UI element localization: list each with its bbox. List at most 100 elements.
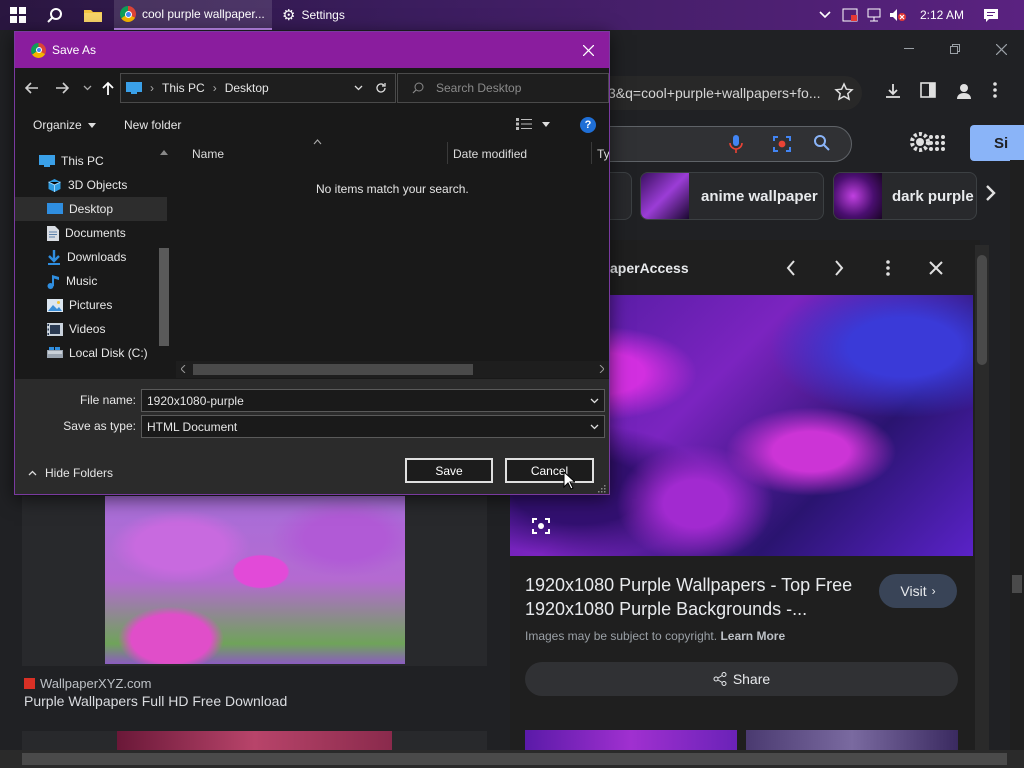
scroll-left-arrow[interactable] <box>181 365 186 373</box>
horizontal-scrollbar-thumb[interactable] <box>22 753 1007 765</box>
downloads-button[interactable] <box>884 82 906 104</box>
learn-more-link[interactable]: Learn More <box>720 629 785 643</box>
network-tray[interactable] <box>863 0 885 30</box>
breadcrumb-desktop[interactable]: Desktop <box>225 81 269 95</box>
preview-source[interactable]: aperAccess <box>610 260 689 276</box>
volume-tray[interactable] <box>887 0 909 30</box>
tree-item-local-disk[interactable]: Local Disk (C:) <box>15 341 167 365</box>
file-list-hscrollbar[interactable] <box>176 361 609 378</box>
back-button[interactable] <box>25 81 43 99</box>
clock[interactable]: 2:12 AM <box>913 0 971 30</box>
preview-close-button[interactable] <box>929 261 943 275</box>
menu-button[interactable] <box>993 82 1009 104</box>
tree-item-pictures[interactable]: Pictures <box>15 293 167 317</box>
page-scrollbar-thumb[interactable] <box>1012 575 1022 593</box>
dialog-close-button[interactable] <box>577 39 599 61</box>
recent-locations-button[interactable] <box>83 85 93 95</box>
task-settings[interactable]: ⚙ Settings <box>276 0 386 30</box>
search-button[interactable] <box>38 0 72 30</box>
minimize-button[interactable] <box>895 36 923 62</box>
column-header-name[interactable]: Name <box>192 147 224 161</box>
tree-scrollbar[interactable] <box>157 144 171 376</box>
cancel-button[interactable]: Cancel <box>505 458 594 483</box>
view-options-button[interactable] <box>516 118 550 130</box>
organize-button[interactable]: Organize <box>33 118 96 132</box>
task-chrome[interactable]: cool purple wallpaper... <box>114 0 272 30</box>
voice-search-button[interactable] <box>728 134 744 154</box>
close-window-button[interactable] <box>987 36 1015 62</box>
visit-button[interactable]: Visit › <box>879 574 957 608</box>
hscroll-thumb[interactable] <box>193 364 473 375</box>
tree-item-music[interactable]: Music <box>15 269 167 293</box>
sign-in-button[interactable]: Si <box>970 125 1024 161</box>
search-submit-button[interactable] <box>813 134 831 152</box>
start-button[interactable] <box>0 0 36 30</box>
related-image-1[interactable] <box>525 730 737 750</box>
tree-item-videos[interactable]: Videos <box>15 317 167 341</box>
up-button[interactable] <box>101 81 117 99</box>
address-history-button[interactable] <box>354 85 363 91</box>
horizontal-scrollbar[interactable] <box>0 750 1024 768</box>
result-title[interactable]: Purple Wallpapers Full HD Free Download <box>24 693 287 709</box>
related-image-2[interactable] <box>746 730 958 750</box>
tray-overflow[interactable] <box>815 0 835 30</box>
tree-item-desktop[interactable]: Desktop <box>15 197 167 221</box>
notifications-button[interactable] <box>978 0 1004 30</box>
file-list[interactable] <box>176 140 609 376</box>
hide-folders-button[interactable]: Hide Folders <box>28 466 113 480</box>
resize-grip[interactable] <box>597 484 606 493</box>
address-bar[interactable]: › This PC › Desktop <box>120 73 396 103</box>
pictures-icon <box>47 298 63 312</box>
preview-scrollbar[interactable] <box>975 245 989 750</box>
scroll-right-arrow[interactable] <box>599 365 604 373</box>
scroll-up-arrow[interactable] <box>160 150 168 155</box>
tree-item-documents[interactable]: Documents <box>15 221 167 245</box>
forward-button[interactable] <box>55 81 73 99</box>
chip-anime-wallpaper[interactable]: anime wallpaper <box>640 172 824 220</box>
bookmark-button[interactable] <box>834 82 856 104</box>
preview-more-button[interactable] <box>886 260 890 276</box>
lens-search-image-button[interactable] <box>531 516 551 536</box>
help-icon[interactable]: ? <box>580 117 596 133</box>
page-scrollbar[interactable] <box>1010 160 1024 750</box>
details-view-icon <box>516 118 532 130</box>
tree-label: Desktop <box>69 202 114 216</box>
tree-item-downloads[interactable]: Downloads <box>15 245 167 269</box>
result-image-tulip[interactable] <box>105 496 405 664</box>
share-button[interactable]: Share <box>525 662 958 696</box>
hide-folders-label: Hide Folders <box>45 466 114 480</box>
preview-title[interactable]: 1920x1080 Purple Wallpapers - Top Free 1… <box>525 573 852 621</box>
scrollbar-thumb[interactable] <box>977 255 987 365</box>
result-source[interactable]: WallpaperXYZ.com <box>24 676 152 691</box>
security-tray[interactable] <box>839 0 861 30</box>
new-folder-button[interactable]: New folder <box>124 118 181 132</box>
file-explorer-button[interactable] <box>76 0 110 30</box>
refresh-button[interactable] <box>375 82 387 94</box>
preview-prev-button[interactable] <box>786 260 796 276</box>
restore-button[interactable] <box>941 36 969 62</box>
save-type-select[interactable]: HTML Document <box>141 415 605 438</box>
tree-label: Pictures <box>69 298 113 312</box>
chip-dark-purple[interactable]: dark purple <box>833 172 977 220</box>
tree-scrollbar-thumb[interactable] <box>159 248 169 346</box>
column-divider[interactable] <box>591 142 592 164</box>
preview-next-button[interactable] <box>834 260 844 276</box>
file-name-field[interactable]: 1920x1080-purple <box>141 389 605 412</box>
preview-title-line1: 1920x1080 Purple Wallpapers - Top Free <box>525 575 853 595</box>
apps-button[interactable] <box>928 134 946 152</box>
column-header-type[interactable]: Typ <box>597 147 609 161</box>
arrow-right-icon <box>56 82 69 94</box>
side-panel-button[interactable] <box>920 82 942 104</box>
column-divider[interactable] <box>447 142 448 164</box>
search-desktop-field[interactable]: Search Desktop <box>397 73 609 103</box>
tree-item-3d-objects[interactable]: 3D Objects <box>15 173 167 197</box>
chips-next-button[interactable] <box>985 184 997 202</box>
address-bar[interactable]: 3&q=cool+purple+wallpapers+fo... <box>600 76 862 110</box>
lens-button[interactable] <box>772 134 792 154</box>
tree-item-this-pc[interactable]: This PC <box>15 149 167 173</box>
save-button[interactable]: Save <box>405 458 493 483</box>
chevron-down-icon <box>542 121 550 127</box>
breadcrumb-this-pc[interactable]: This PC <box>162 81 205 95</box>
column-header-date[interactable]: Date modified <box>453 147 527 161</box>
profile-button[interactable] <box>955 82 977 104</box>
